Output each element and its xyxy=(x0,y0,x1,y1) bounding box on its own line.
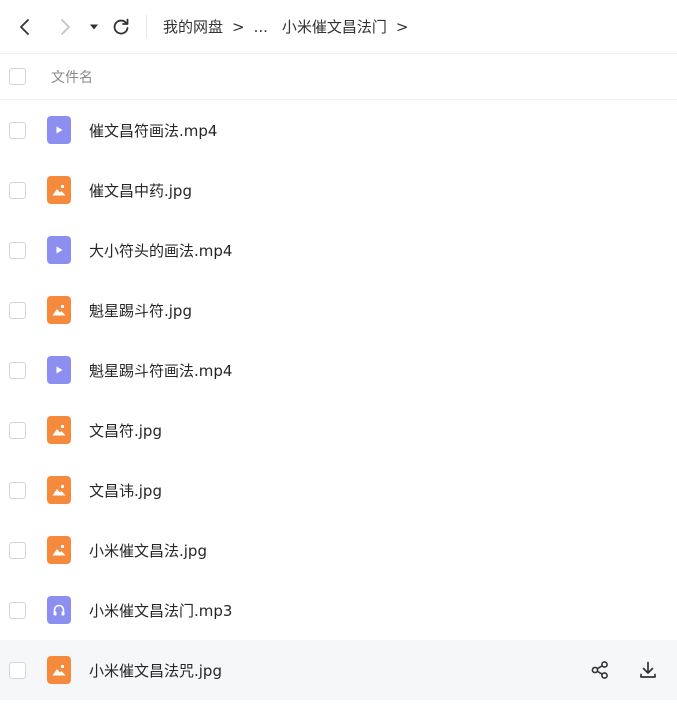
share-icon xyxy=(591,661,608,679)
refresh-icon xyxy=(113,18,129,34)
image-icon xyxy=(51,423,67,437)
file-name[interactable]: 大小符头的画法.mp4 xyxy=(89,240,232,261)
file-name[interactable]: 小米催文昌法.jpg xyxy=(89,540,207,561)
file-type-image-icon xyxy=(47,536,71,564)
file-name[interactable]: 小米催文昌法咒.jpg xyxy=(89,660,222,681)
share-button[interactable] xyxy=(589,659,611,681)
breadcrumb-root[interactable]: 我的网盘 xyxy=(163,16,223,37)
file-row[interactable]: 文昌讳.jpg xyxy=(0,460,677,520)
file-type-video-icon xyxy=(47,236,71,264)
history-dropdown-button[interactable] xyxy=(84,12,104,42)
file-type-image-icon xyxy=(47,296,71,324)
file-row[interactable]: 小米催文昌法门.mp3 xyxy=(0,580,677,640)
play-icon xyxy=(53,244,65,256)
play-icon xyxy=(53,364,65,376)
file-type-image-icon xyxy=(47,656,71,684)
toolbar-divider xyxy=(146,14,147,39)
image-icon xyxy=(51,483,67,497)
file-name[interactable]: 魁星踢斗符画法.mp4 xyxy=(89,360,232,381)
download-icon xyxy=(640,661,656,678)
file-type-image-icon xyxy=(47,176,71,204)
file-name[interactable]: 催文昌符画法.mp4 xyxy=(89,120,217,141)
row-checkbox[interactable] xyxy=(9,301,26,319)
row-checkbox[interactable] xyxy=(9,181,26,199)
row-checkbox[interactable] xyxy=(9,361,26,379)
file-row[interactable]: 大小符头的画法.mp4 xyxy=(0,220,677,280)
refresh-button[interactable] xyxy=(106,12,136,42)
row-checkbox[interactable] xyxy=(9,541,26,559)
file-list: 催文昌符画法.mp4 催文昌中药.jpg 大小符头的画法.mp4 魁星踢斗符.jpg 魁… xyxy=(0,100,677,700)
row-checkbox[interactable] xyxy=(9,241,26,259)
file-name[interactable]: 小米催文昌法门.mp3 xyxy=(89,600,232,621)
chevron-right-icon xyxy=(61,18,70,35)
file-row[interactable]: 魁星踢斗符画法.mp4 xyxy=(0,340,677,400)
select-all-checkbox[interactable] xyxy=(9,68,26,85)
file-row[interactable]: 小米催文昌法.jpg xyxy=(0,520,677,580)
file-row[interactable]: 催文昌中药.jpg xyxy=(0,160,677,220)
file-type-audio-icon xyxy=(47,596,71,624)
file-row[interactable]: 催文昌符画法.mp4 xyxy=(0,100,677,160)
row-checkbox[interactable] xyxy=(9,601,26,619)
column-header-name[interactable]: 文件名 xyxy=(51,67,93,87)
image-icon xyxy=(51,663,67,677)
list-header: 文件名 xyxy=(0,54,677,100)
breadcrumb-separator: > xyxy=(232,17,245,36)
file-row[interactable]: 文昌符.jpg xyxy=(0,400,677,460)
image-icon xyxy=(51,543,67,557)
play-icon xyxy=(53,124,65,136)
chevron-left-icon xyxy=(20,18,29,35)
file-row[interactable]: 小米催文昌法咒.jpg xyxy=(0,640,677,700)
back-button[interactable] xyxy=(10,12,40,42)
row-checkbox[interactable] xyxy=(9,661,26,679)
breadcrumb-current[interactable]: 小米催文昌法门 xyxy=(282,16,387,37)
toolbar: 我的网盘 > ... 小米催文昌法门 > xyxy=(0,0,677,54)
file-name[interactable]: 文昌讳.jpg xyxy=(89,480,162,501)
file-type-video-icon xyxy=(47,116,71,144)
file-name[interactable]: 文昌符.jpg xyxy=(89,420,162,441)
caret-down-icon xyxy=(90,24,98,29)
row-checkbox[interactable] xyxy=(9,121,26,139)
row-actions xyxy=(589,640,659,700)
breadcrumb-separator: > xyxy=(395,17,409,36)
row-checkbox[interactable] xyxy=(9,421,26,439)
forward-button[interactable] xyxy=(50,12,80,42)
breadcrumb-ellipsis[interactable]: ... xyxy=(254,18,268,36)
image-icon xyxy=(51,183,67,197)
file-name[interactable]: 魁星踢斗符.jpg xyxy=(89,300,192,321)
file-name[interactable]: 催文昌中药.jpg xyxy=(89,180,192,201)
file-type-image-icon xyxy=(47,416,71,444)
headphones-icon xyxy=(52,603,66,617)
file-type-image-icon xyxy=(47,476,71,504)
download-button[interactable] xyxy=(637,659,659,681)
row-checkbox[interactable] xyxy=(9,481,26,499)
file-row[interactable]: 魁星踢斗符.jpg xyxy=(0,280,677,340)
file-type-video-icon xyxy=(47,356,71,384)
image-icon xyxy=(51,303,67,317)
